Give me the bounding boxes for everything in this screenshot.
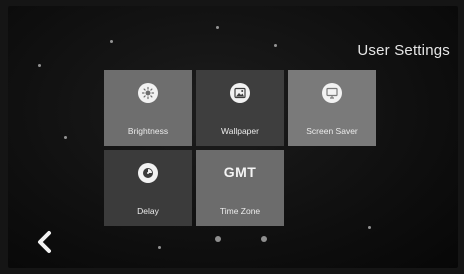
page-indicator-dot[interactable] xyxy=(215,236,221,242)
wallpaper-tile[interactable]: Wallpaper xyxy=(196,70,284,146)
brightness-tile[interactable]: Brightness xyxy=(104,70,192,146)
star-decoration xyxy=(368,226,371,229)
gmt-icon: GMT xyxy=(223,164,257,180)
back-button[interactable] xyxy=(34,228,56,256)
settings-screen: User Settings Brightness Wallpaper Scree… xyxy=(8,6,458,268)
star-decoration xyxy=(64,136,67,139)
star-decoration xyxy=(38,64,41,67)
timer-icon xyxy=(138,163,158,183)
screen-saver-tile[interactable]: Screen Saver xyxy=(288,70,376,146)
delay-tile[interactable]: Delay xyxy=(104,150,192,226)
time-zone-tile[interactable]: GMT Time Zone xyxy=(196,150,284,226)
tile-label: Screen Saver xyxy=(306,126,358,136)
tile-label: Time Zone xyxy=(219,206,261,216)
brightness-icon xyxy=(138,83,158,103)
tile-label: Brightness xyxy=(127,126,169,136)
chevron-left-icon xyxy=(38,231,51,253)
tile-label: Wallpaper xyxy=(221,126,259,136)
star-decoration xyxy=(216,26,219,29)
star-decoration xyxy=(110,40,113,43)
monitor-icon xyxy=(322,83,342,103)
star-decoration xyxy=(158,246,161,249)
star-decoration xyxy=(274,44,277,47)
page-title: User Settings xyxy=(357,42,450,59)
page-indicator-dot[interactable] xyxy=(261,236,267,242)
image-icon xyxy=(230,83,250,103)
tile-label: Delay xyxy=(137,206,159,216)
